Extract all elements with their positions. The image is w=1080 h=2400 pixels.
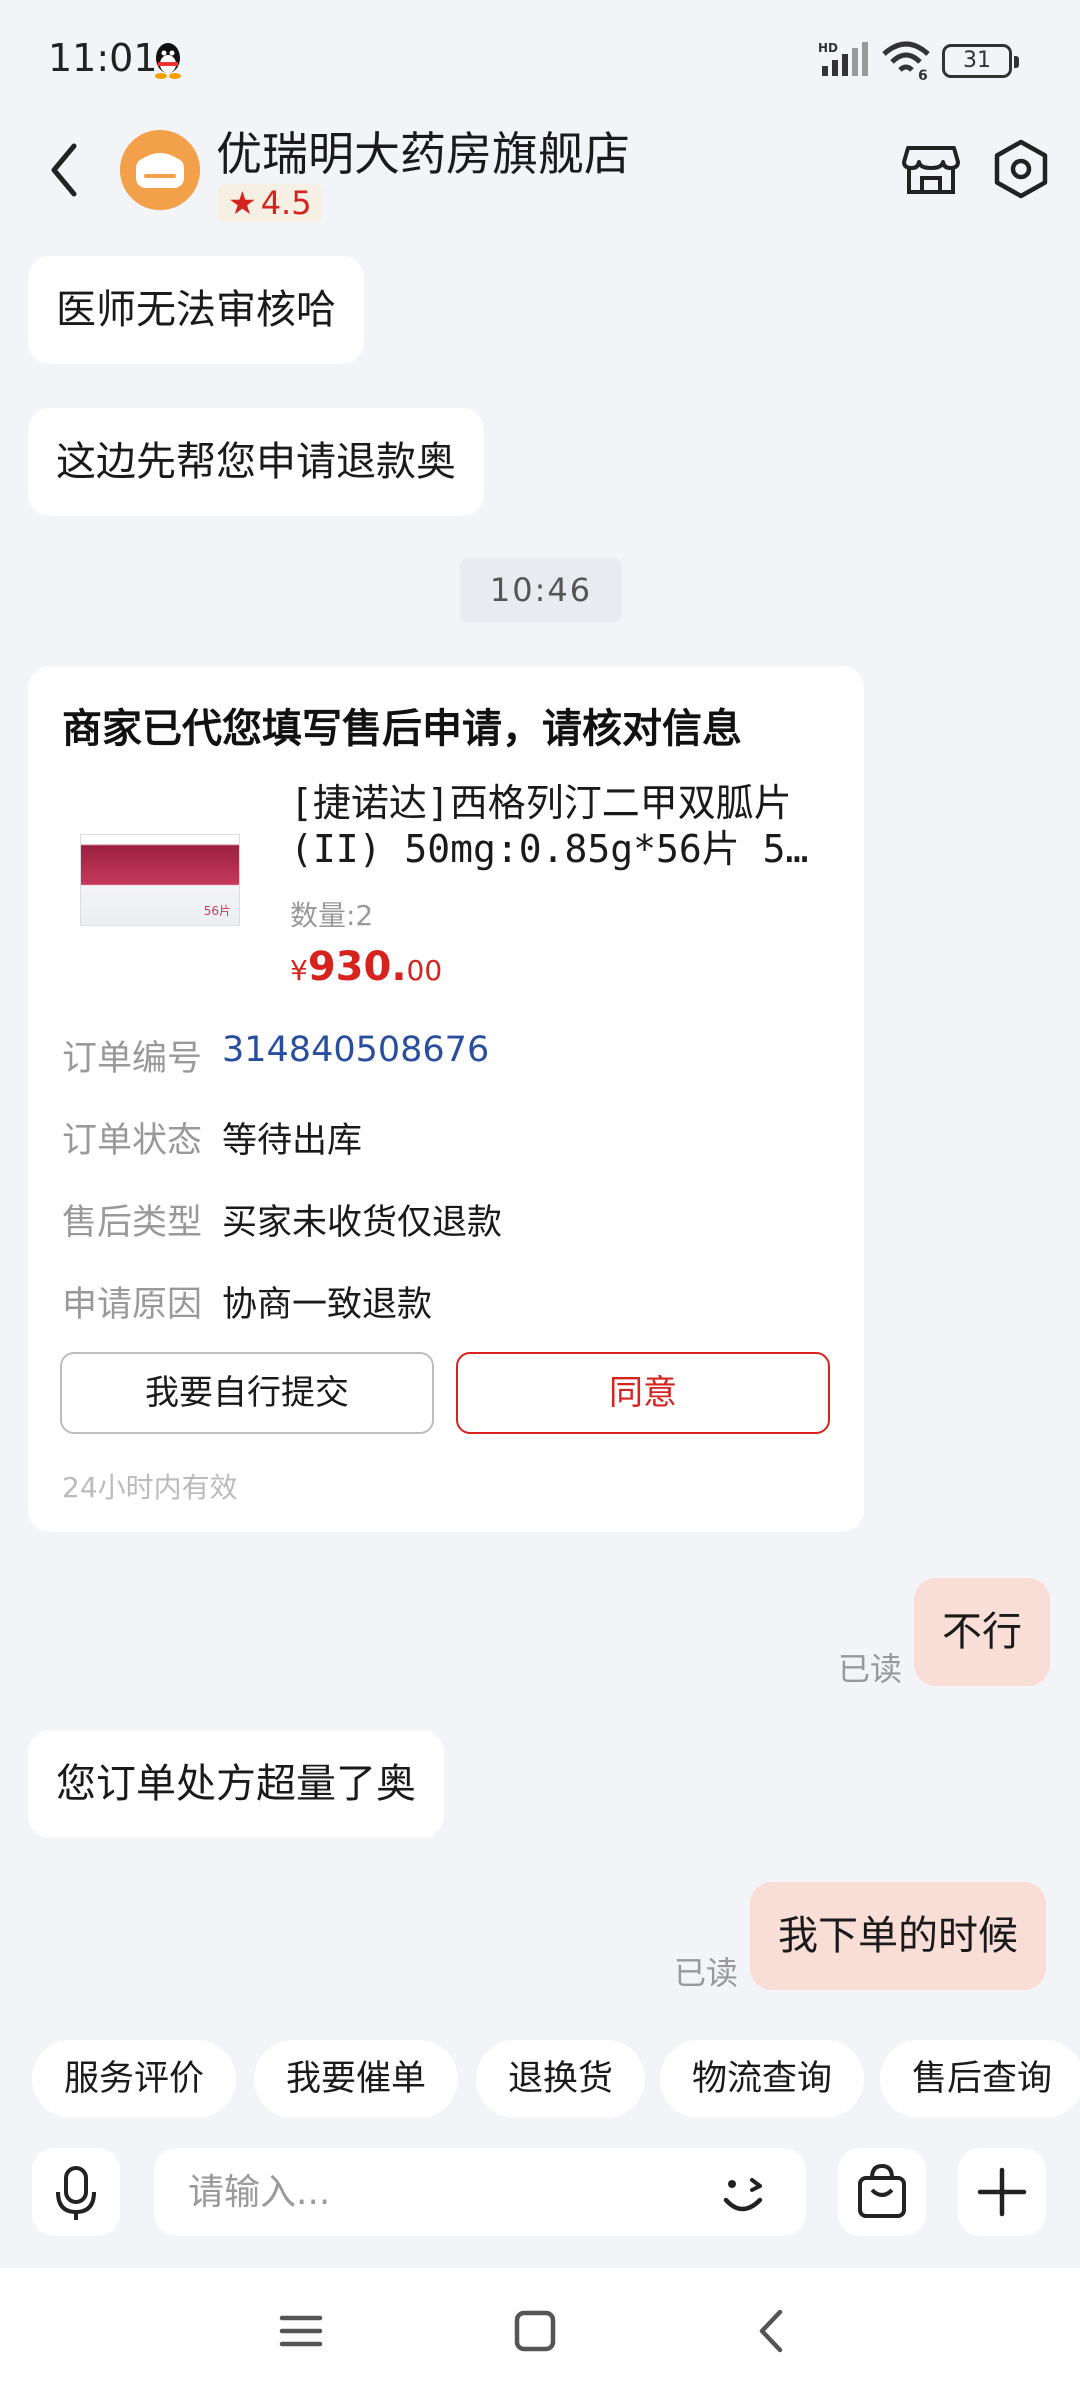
read-status: 已读 bbox=[838, 1650, 903, 1688]
star-icon: ★ bbox=[228, 184, 257, 222]
status-time: 11:01 bbox=[48, 36, 158, 80]
message-bubble-incoming[interactable]: 这边先帮您申请退款奥 bbox=[28, 408, 484, 516]
price-decimal: 00 bbox=[406, 954, 443, 987]
order-number-label: 订单编号 bbox=[62, 1039, 203, 1079]
product-price: ¥930.00 bbox=[290, 944, 442, 990]
order-status-value: 等待出库 bbox=[222, 1121, 363, 1161]
store-icon[interactable] bbox=[900, 138, 962, 200]
shopping-bag-button[interactable] bbox=[838, 2148, 926, 2236]
microphone-icon bbox=[56, 2166, 96, 2220]
after-sale-type-label: 售后类型 bbox=[62, 1203, 203, 1243]
wink-emoji-icon[interactable] bbox=[714, 2164, 774, 2224]
product-quantity: 数量:2 bbox=[290, 899, 374, 932]
validity-note: 24小时内有效 bbox=[62, 1471, 238, 1504]
card-title: 商家已代您填写售后申请，请核对信息 bbox=[62, 706, 742, 752]
quick-action-service-rating[interactable]: 服务评价 bbox=[32, 2040, 237, 2118]
message-bubble-outgoing[interactable]: 不行 bbox=[914, 1578, 1050, 1686]
svg-text:HD: HD bbox=[818, 41, 838, 55]
more-options-button[interactable] bbox=[958, 2148, 1046, 2236]
message-input[interactable] bbox=[154, 2148, 806, 2236]
product-image[interactable]: 56片 bbox=[80, 834, 240, 926]
price-integer: 930. bbox=[307, 944, 407, 990]
message-bubble-outgoing[interactable]: 我下单的时候 bbox=[750, 1882, 1046, 1990]
quick-action-after-sale[interactable]: 售后查询 bbox=[880, 2040, 1080, 2118]
rating-value: 4.5 bbox=[260, 184, 312, 222]
nav-back-icon[interactable] bbox=[736, 2296, 806, 2366]
shop-rating-badge: ★ 4.5 bbox=[218, 184, 322, 222]
voice-input-button[interactable] bbox=[32, 2148, 120, 2236]
shopping-bag-icon bbox=[858, 2163, 906, 2218]
battery-indicator: 31 bbox=[942, 44, 1019, 78]
read-status: 已读 bbox=[674, 1954, 739, 1992]
qq-notification-icon bbox=[155, 43, 181, 79]
message-bubble-incoming[interactable]: 您订单处方超量了奥 bbox=[28, 1730, 444, 1838]
after-sale-request-card[interactable]: 商家已代您填写售后申请，请核对信息 56片 [捷诺达]西格列汀二甲双胍片 (II… bbox=[28, 666, 864, 1532]
svg-text:6: 6 bbox=[918, 68, 928, 82]
product-name-line: (II) 50mg:0.85g*56片 5… bbox=[290, 827, 809, 871]
order-number-value[interactable]: 314840508676 bbox=[222, 1030, 489, 1070]
request-reason-value: 协商一致退款 bbox=[222, 1285, 433, 1325]
shop-avatar[interactable] bbox=[120, 130, 200, 210]
shop-name[interactable]: 优瑞明大药房旗舰店 bbox=[216, 118, 630, 184]
wifi-icon: 6 bbox=[882, 41, 930, 82]
request-reason-label: 申请原因 bbox=[62, 1285, 203, 1325]
timestamp-separator: 10:46 bbox=[460, 558, 622, 622]
after-sale-type-value: 买家未收货仅退款 bbox=[222, 1203, 503, 1243]
product-name-line: [捷诺达]西格列汀二甲双胍片 bbox=[290, 781, 792, 825]
product-image-label: 56片 bbox=[203, 904, 231, 918]
back-button[interactable] bbox=[38, 132, 94, 208]
message-bubble-incoming[interactable]: 医师无法审核哈 bbox=[28, 256, 364, 364]
price-currency: ¥ bbox=[290, 954, 308, 987]
agree-button[interactable]: 同意 bbox=[456, 1352, 830, 1434]
order-status-label: 订单状态 bbox=[62, 1121, 203, 1161]
home-icon[interactable] bbox=[500, 2296, 570, 2366]
shop-logo-icon bbox=[120, 130, 200, 210]
product-name[interactable]: [捷诺达]西格列汀二甲双胍片 (II) 50mg:0.85g*56片 5… bbox=[290, 780, 830, 872]
self-submit-button[interactable]: 我要自行提交 bbox=[60, 1352, 434, 1434]
plus-icon bbox=[977, 2167, 1027, 2217]
signal-icon: HD bbox=[818, 41, 868, 76]
menu-icon[interactable] bbox=[266, 2296, 336, 2366]
settings-hexagon-icon[interactable] bbox=[990, 138, 1052, 200]
quick-action-return-exchange[interactable]: 退换货 bbox=[476, 2040, 646, 2118]
quick-action-urge-order[interactable]: 我要催单 bbox=[254, 2040, 459, 2118]
quick-action-logistics[interactable]: 物流查询 bbox=[660, 2040, 865, 2118]
